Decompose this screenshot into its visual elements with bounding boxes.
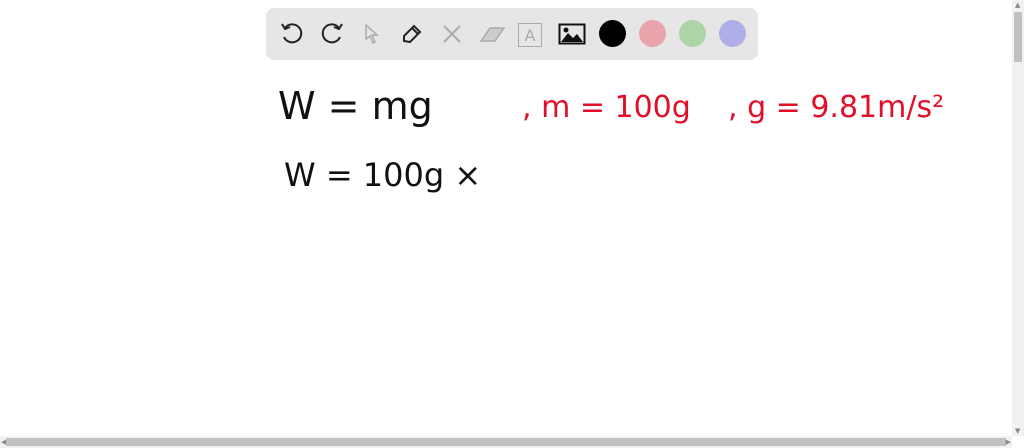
given-gravity: , g = 9.81m/s² [728, 90, 945, 125]
redo-icon[interactable] [318, 20, 346, 48]
given-mass: , m = 100g [522, 90, 691, 125]
select-icon[interactable] [358, 20, 386, 48]
undo-icon[interactable] [278, 20, 306, 48]
equation-weight-formula: W = mg [278, 84, 433, 128]
text-icon[interactable]: A [518, 23, 542, 47]
scroll-down-icon[interactable]: ▼ [1015, 427, 1020, 435]
drawing-toolbar: A [266, 8, 758, 60]
scroll-up-icon[interactable]: ▲ [1015, 1, 1020, 9]
horizontal-scroll-thumb[interactable] [6, 438, 1006, 446]
text-icon-glyph: A [524, 25, 536, 45]
image-icon[interactable] [558, 20, 586, 48]
color-pink[interactable] [639, 20, 666, 47]
color-purple[interactable] [719, 20, 746, 47]
equation-substitution: W = 100g × [284, 156, 482, 194]
color-green[interactable] [679, 20, 706, 47]
vertical-scroll-thumb[interactable] [1014, 12, 1022, 62]
color-black[interactable] [599, 20, 626, 47]
pen-icon[interactable] [398, 20, 426, 48]
vertical-scrollbar[interactable]: ▲ ▼ [1012, 0, 1024, 436]
tools-icon[interactable] [438, 20, 466, 48]
horizontal-scrollbar[interactable]: ◀ ▶ [0, 436, 1012, 448]
scroll-right-icon[interactable]: ▶ [1006, 438, 1011, 446]
eraser-icon[interactable] [478, 20, 506, 48]
